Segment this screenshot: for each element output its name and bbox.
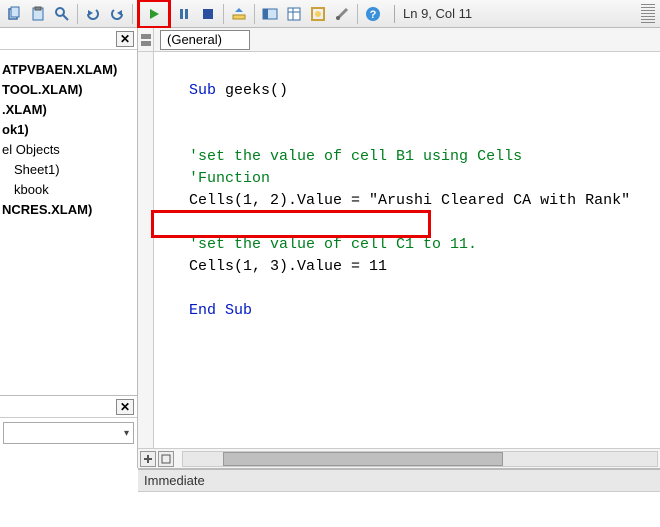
run-highlight xyxy=(137,0,171,29)
undo-icon[interactable] xyxy=(82,3,104,25)
toolbox-icon[interactable] xyxy=(331,3,353,25)
tree-item[interactable]: NCRES.XLAM) xyxy=(0,200,137,220)
properties-icon[interactable] xyxy=(283,3,305,25)
code-comment: 'set the value of cell C1 to 11. xyxy=(189,236,477,253)
immediate-window[interactable]: Immediate xyxy=(138,468,660,508)
split-toggle-icon[interactable] xyxy=(138,28,154,51)
stop-icon[interactable] xyxy=(197,3,219,25)
object-dropdown[interactable]: (General) xyxy=(160,30,250,50)
project-explorer-icon[interactable] xyxy=(259,3,281,25)
copy-icon[interactable] xyxy=(3,3,25,25)
run-icon[interactable] xyxy=(143,3,165,25)
tree-item[interactable]: ok1) xyxy=(0,120,137,140)
chevron-down-icon: ▾ xyxy=(124,428,129,439)
properties-pane: ✕ ▾ xyxy=(0,395,137,468)
toolbar-grip-icon xyxy=(641,4,655,24)
project-sidebar: ✕ ATPVBAEN.XLAM) TOOL.XLAM) .XLAM) ok1) … xyxy=(0,28,138,468)
hscroll-track[interactable] xyxy=(182,451,658,467)
tree-item[interactable]: el Objects xyxy=(0,140,137,160)
cursor-position: Ln 9, Col 11 xyxy=(399,6,476,21)
immediate-title: Immediate xyxy=(138,470,660,492)
code-line: Cells(1, 2).Value = "Arushi Cleared CA w… xyxy=(189,192,630,209)
design-mode-icon[interactable] xyxy=(228,3,250,25)
object-browser-icon[interactable] xyxy=(307,3,329,25)
svg-text:?: ? xyxy=(370,9,377,21)
object-dropdown-label: (General) xyxy=(167,32,222,47)
editor-gutter xyxy=(138,52,154,448)
project-tree[interactable]: ATPVBAEN.XLAM) TOOL.XLAM) .XLAM) ok1) el… xyxy=(0,50,137,395)
project-pane-header: ✕ xyxy=(0,28,137,50)
toolbar: ? Ln 9, Col 11 xyxy=(0,0,660,28)
tree-item[interactable]: .XLAM) xyxy=(0,100,137,120)
editor-top-strip: (General) xyxy=(138,28,660,52)
view-mode-icon[interactable] xyxy=(140,451,156,467)
main-area: ✕ ATPVBAEN.XLAM) TOOL.XLAM) .XLAM) ok1) … xyxy=(0,28,660,468)
close-icon[interactable]: ✕ xyxy=(116,399,134,415)
code-comment: 'Function xyxy=(189,170,270,187)
tree-item[interactable]: TOOL.XLAM) xyxy=(0,80,137,100)
tree-item[interactable]: kbook xyxy=(0,180,137,200)
close-icon[interactable]: ✕ xyxy=(116,31,134,47)
code-editor[interactable]: Sub geeks() 'set the value of cell B1 us… xyxy=(138,52,660,448)
hscroll-thumb[interactable] xyxy=(223,452,503,466)
horizontal-scrollbar[interactable] xyxy=(138,448,660,468)
properties-dropdown[interactable]: ▾ xyxy=(3,422,134,444)
highlight-box xyxy=(151,210,431,238)
tree-item[interactable]: ATPVBAEN.XLAM) xyxy=(0,60,137,80)
code-line: Cells(1, 3).Value = 11 xyxy=(189,258,387,275)
paste-icon[interactable] xyxy=(27,3,49,25)
help-icon[interactable]: ? xyxy=(362,3,384,25)
pause-icon[interactable] xyxy=(173,3,195,25)
code-keyword: Sub xyxy=(189,82,216,99)
code-keyword: End Sub xyxy=(189,302,252,319)
code-editor-pane: (General) Sub geeks() 'set the value of … xyxy=(138,28,660,468)
code-comment: 'set the value of cell B1 using Cells xyxy=(189,148,522,165)
redo-icon[interactable] xyxy=(106,3,128,25)
code-text-span: geeks() xyxy=(216,82,288,99)
tree-item[interactable]: Sheet1) xyxy=(0,160,137,180)
find-icon[interactable] xyxy=(51,3,73,25)
code-text[interactable]: Sub geeks() 'set the value of cell B1 us… xyxy=(154,52,660,448)
view-mode-full-icon[interactable] xyxy=(158,451,174,467)
